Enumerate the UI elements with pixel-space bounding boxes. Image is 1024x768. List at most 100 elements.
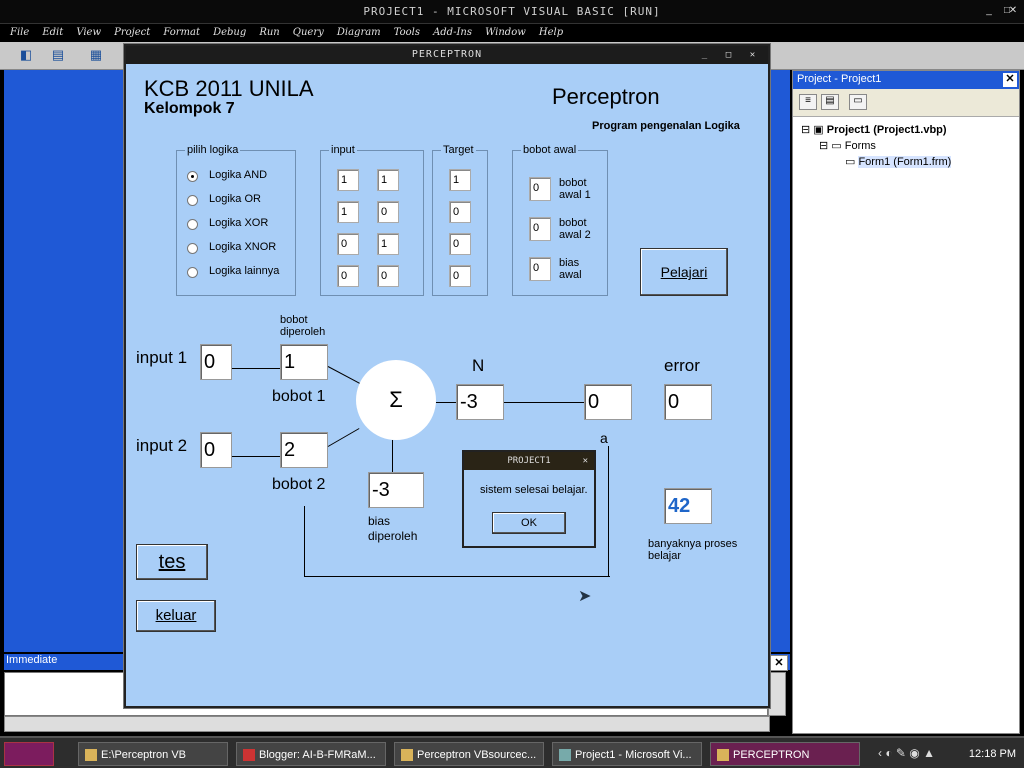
menu-file[interactable]: File xyxy=(10,27,29,38)
app-title: Perceptron xyxy=(552,84,660,109)
message-box-close-icon[interactable]: ✕ xyxy=(583,452,588,470)
task-source[interactable]: Perceptron VBsourcec... xyxy=(394,742,544,766)
menu-view[interactable]: View xyxy=(76,27,101,38)
input-b-row1[interactable]: 1 xyxy=(377,169,399,191)
vb-title-bar: PROJECT1 - MICROSOFT VISUAL BASIC [RUN] … xyxy=(0,0,1024,24)
menu-edit[interactable]: Edit xyxy=(42,27,63,38)
perceptron-form: PERCEPTRON _ □ ✕ KCB 2011 UNILA Kelompok… xyxy=(124,44,770,708)
target-row2[interactable]: 0 xyxy=(449,201,471,223)
learn-button[interactable]: Pelajari xyxy=(640,248,728,296)
message-box: PROJECT1 ✕ sistem selesai belajar. OK xyxy=(462,450,596,548)
target-row3[interactable]: 0 xyxy=(449,233,471,255)
radio-other[interactable] xyxy=(187,267,198,278)
menu-tools[interactable]: Tools xyxy=(394,27,420,38)
bias-value[interactable]: -3 xyxy=(368,472,424,508)
task-explorer[interactable]: E:\Perceptron VB xyxy=(78,742,228,766)
menu-diagram[interactable]: Diagram xyxy=(337,27,381,38)
logic-group: pilih logika Logika AND Logika OR Logika… xyxy=(176,144,296,296)
initial-weight2-input[interactable]: 0 xyxy=(529,217,551,241)
target-row4[interactable]: 0 xyxy=(449,265,471,287)
n-label: N xyxy=(472,356,485,375)
test-button[interactable]: tes xyxy=(136,544,208,580)
line-input1-weight1 xyxy=(232,368,280,369)
form-maximize-button[interactable]: □ xyxy=(722,48,736,62)
weight1-value[interactable]: 1 xyxy=(280,344,328,380)
initial-weight1-input[interactable]: 0 xyxy=(529,177,551,201)
close-icon[interactable]: ✕ xyxy=(1003,73,1017,87)
input-b-row2[interactable]: 0 xyxy=(377,201,399,223)
menu-debug[interactable]: Debug xyxy=(213,27,246,38)
n-value[interactable]: -3 xyxy=(456,384,504,420)
ok-button[interactable]: OK xyxy=(492,512,566,534)
view-object-icon[interactable]: ▤ xyxy=(821,94,839,110)
radio-xnor[interactable] xyxy=(187,243,198,254)
tree-forms-label: Forms xyxy=(844,140,876,152)
vb-close-button[interactable]: ✕ xyxy=(1004,4,1022,18)
tree-node-project[interactable]: ⊟ ▣ Project1 (Project1.vbp) xyxy=(801,123,947,136)
start-button[interactable] xyxy=(4,742,54,766)
add-project-icon[interactable]: ◧ xyxy=(16,47,36,65)
input-a-row1[interactable]: 1 xyxy=(337,169,359,191)
menu-format[interactable]: Format xyxy=(163,27,200,38)
radio-xor-label: Logika XOR xyxy=(209,217,269,229)
form-title: PERCEPTRON xyxy=(411,49,483,60)
exit-button[interactable]: keluar xyxy=(136,600,216,632)
target-row1[interactable]: 1 xyxy=(449,169,471,191)
menu-addins[interactable]: Add-Ins xyxy=(433,27,472,38)
a-label: a xyxy=(600,430,608,446)
input-b-row4[interactable]: 0 xyxy=(377,265,399,287)
error-label: error xyxy=(664,356,700,375)
view-code-icon[interactable]: ≡ xyxy=(799,94,817,110)
input-b-row3[interactable]: 1 xyxy=(377,233,399,255)
vb-minimize-button[interactable]: _ xyxy=(980,4,998,18)
radio-or-label: Logika OR xyxy=(209,193,261,205)
form-minimize-button[interactable]: _ xyxy=(698,48,712,62)
opera-icon xyxy=(243,749,255,762)
initial-weight2-label: bobot awal 2 xyxy=(559,217,591,241)
form-close-button[interactable]: ✕ xyxy=(746,48,760,62)
sigma-node: Σ xyxy=(356,360,436,440)
input1-value[interactable]: 0 xyxy=(200,344,232,380)
radio-and-label: Logika AND xyxy=(209,169,268,181)
tree-node-form1[interactable]: ▭ Form1 (Form1.frm) xyxy=(845,155,952,168)
tray-icons[interactable]: ‹ ◐ ✎ ◉ ▲ xyxy=(878,746,935,760)
radio-or[interactable] xyxy=(187,195,198,206)
input-a-row3[interactable]: 0 xyxy=(337,233,359,255)
initial-bias-input[interactable]: 0 xyxy=(529,257,551,281)
input-a-row2[interactable]: 1 xyxy=(337,201,359,223)
input-group-legend: input xyxy=(329,144,357,156)
form-icon xyxy=(717,749,729,762)
loop-line-bottom xyxy=(304,576,610,577)
message-box-title-bar: PROJECT1 ✕ xyxy=(464,452,594,470)
task-perceptron[interactable]: PERCEPTRON xyxy=(710,742,860,766)
heading: KCB 2011 UNILA xyxy=(144,76,314,101)
menu-help[interactable]: Help xyxy=(539,27,563,38)
toggle-folders-icon[interactable]: ▭ xyxy=(849,94,867,110)
immediate-horizontal-scrollbar[interactable] xyxy=(4,716,770,732)
input-a-row4[interactable]: 0 xyxy=(337,265,359,287)
task-vb[interactable]: Project1 - Microsoft Vi... xyxy=(552,742,702,766)
weight2-value[interactable]: 2 xyxy=(280,432,328,468)
immediate-vertical-scrollbar[interactable] xyxy=(768,672,786,716)
initial-weights-group: bobot awal 0 bobot awal 1 0 bobot awal 2 0… xyxy=(512,144,608,296)
menu-query[interactable]: Query xyxy=(293,27,324,38)
input2-value[interactable]: 0 xyxy=(200,432,232,468)
task-blogger[interactable]: Blogger: AI-B-FMRaM... xyxy=(236,742,386,766)
tree-node-forms[interactable]: ⊟ ▭ Forms xyxy=(819,139,876,152)
learning-count-label: banyaknya proses belajar xyxy=(648,538,738,562)
add-form-icon[interactable]: ▤ xyxy=(48,47,68,65)
menu-run[interactable]: Run xyxy=(259,27,279,38)
tree-form1-label: Form1 (Form1.frm) xyxy=(858,156,952,168)
input2-label: input 2 xyxy=(136,436,188,455)
line-n-output xyxy=(504,402,584,403)
immediate-close-icon[interactable]: ✕ xyxy=(770,655,788,671)
menu-window[interactable]: Window xyxy=(485,27,526,38)
menu-project[interactable]: Project xyxy=(114,27,150,38)
learning-count-value[interactable]: 42 xyxy=(664,488,712,524)
output-value[interactable]: 0 xyxy=(584,384,632,420)
radio-and[interactable] xyxy=(187,171,198,182)
error-value[interactable]: 0 xyxy=(664,384,712,420)
menu-editor-icon[interactable]: ▦ xyxy=(86,47,106,65)
loop-line-left xyxy=(304,506,305,576)
radio-xor[interactable] xyxy=(187,219,198,230)
